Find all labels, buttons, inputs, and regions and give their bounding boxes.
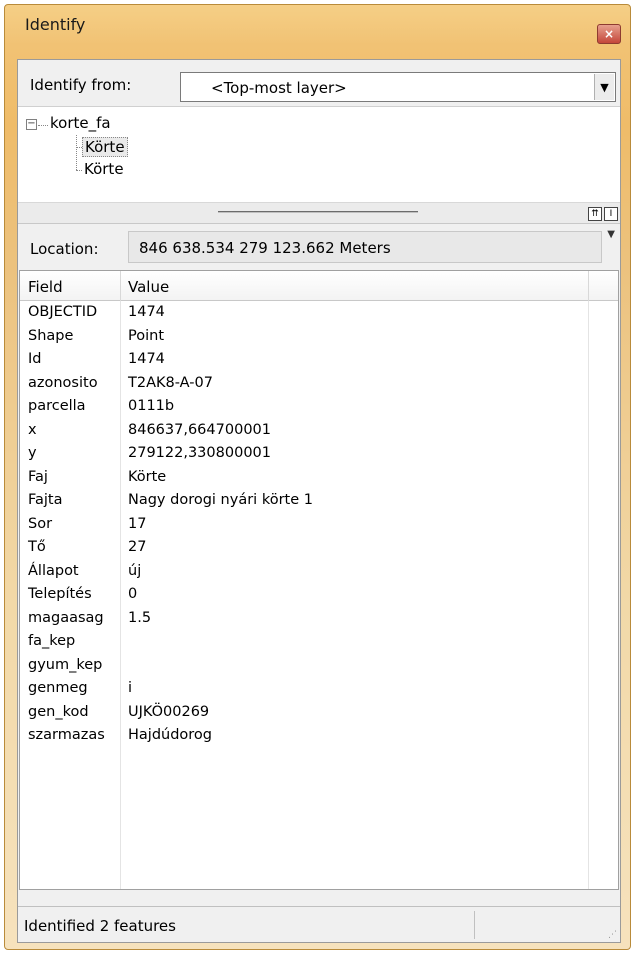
- table-row[interactable]: x 846637,664700001: [20, 419, 618, 443]
- field-value-cell: 1.5: [128, 609, 152, 626]
- table-row[interactable]: genmeg i: [20, 677, 618, 701]
- close-icon: ×: [603, 27, 615, 41]
- identify-from-value: <Top-most layer>: [211, 79, 347, 97]
- field-value-cell: 1474: [128, 304, 165, 320]
- table-row[interactable]: gyum_kep: [20, 654, 618, 678]
- table-row[interactable]: Shape Point: [20, 325, 618, 349]
- location-value: 846 638.534 279 123.662 Meters: [128, 231, 602, 263]
- pin-icon[interactable]: ▼: [607, 229, 615, 240]
- table-row[interactable]: OBJECTID 1474: [20, 301, 618, 325]
- field-value-cell: 27: [128, 539, 147, 555]
- grid-header: Field Value: [20, 271, 618, 301]
- field-name-cell: Id: [28, 351, 42, 367]
- field-name-cell: fa_kep: [28, 633, 76, 649]
- tree-root-layer[interactable]: korte_fa: [50, 114, 111, 132]
- column-header-field[interactable]: Field: [20, 271, 71, 301]
- resize-grip-icon[interactable]: ⋰: [608, 931, 617, 940]
- collapse-toggle-icon[interactable]: −: [26, 119, 37, 130]
- table-row[interactable]: fa_kep: [20, 630, 618, 654]
- field-name-cell: gen_kod: [28, 703, 89, 720]
- table-row[interactable]: parcella 0111b: [20, 395, 618, 419]
- field-value-cell: T2AK8-A-07: [128, 374, 213, 391]
- table-row[interactable]: Sor 17: [20, 513, 618, 537]
- layout-toggle-icon[interactable]: I: [604, 207, 618, 221]
- field-name-cell: magaasag: [28, 609, 104, 626]
- table-row[interactable]: szarmazas Hajdúdorog: [20, 724, 618, 748]
- field-value-cell: Point: [128, 327, 165, 344]
- field-value-cell: 846637,664700001: [128, 421, 271, 438]
- table-row[interactable]: Fajta Nagy dorogi nyári körte 1: [20, 489, 618, 513]
- field-value-cell: 1474: [128, 351, 165, 367]
- field-value-cell: Nagy dorogi nyári körte 1: [128, 492, 313, 508]
- field-name-cell: azonosito: [28, 374, 98, 391]
- close-button[interactable]: ×: [597, 24, 621, 44]
- identify-panel: Identify from: <Top-most layer> ▼ − kort…: [17, 59, 621, 943]
- identify-from-label: Identify from:: [30, 76, 132, 94]
- column-header-value[interactable]: Value: [120, 271, 177, 301]
- field-name-cell: genmeg: [28, 680, 88, 696]
- location-row: Location: 846 638.534 279 123.662 Meters…: [18, 226, 620, 266]
- dropdown-arrow-icon[interactable]: ▼: [594, 74, 614, 100]
- field-name-cell: Sor: [28, 515, 53, 532]
- field-value-cell: 17: [128, 515, 147, 532]
- window-title: Identify: [25, 15, 86, 34]
- tree-connector: [76, 135, 77, 170]
- field-value-cell: új: [128, 562, 142, 579]
- tree-feature-item[interactable]: Körte: [82, 137, 128, 157]
- field-name-cell: y: [28, 445, 37, 461]
- field-value-cell: 0111b: [128, 398, 175, 414]
- status-divider: [474, 911, 475, 939]
- table-row[interactable]: Tő 27: [20, 536, 618, 560]
- identify-window: Identify × Identify from: <Top-most laye…: [4, 4, 631, 950]
- identify-from-dropdown[interactable]: <Top-most layer> ▼: [180, 72, 616, 102]
- features-tree: − korte_fa Körte Körte: [18, 106, 620, 202]
- pane-splitter[interactable]: ⇈ I: [18, 202, 620, 224]
- table-row[interactable]: Állapot új: [20, 560, 618, 584]
- table-row[interactable]: Faj Körte: [20, 466, 618, 490]
- table-row[interactable]: y 279122,330800001: [20, 442, 618, 466]
- status-text: Identified 2 features: [24, 917, 176, 935]
- field-name-cell: x: [28, 421, 37, 438]
- location-label: Location:: [30, 240, 99, 258]
- grid-body: OBJECTID 1474 Shape Point Id 1474 azonosito T2A…: [20, 301, 618, 748]
- table-row[interactable]: azonosito T2AK8-A-07: [20, 372, 618, 396]
- field-name-cell: Telepítés: [28, 586, 92, 602]
- field-value-cell: 0: [128, 586, 138, 602]
- tree-connector: [38, 125, 48, 126]
- field-name-cell: gyum_kep: [28, 656, 103, 673]
- field-name-cell: Tő: [28, 539, 46, 555]
- field-value-cell: 279122,330800001: [128, 445, 271, 461]
- identify-from-row: Identify from: <Top-most layer> ▼: [18, 60, 620, 106]
- table-row[interactable]: magaasag 1.5: [20, 607, 618, 631]
- field-name-cell: Fajta: [28, 492, 63, 508]
- field-name-cell: OBJECTID: [28, 304, 98, 320]
- status-bar: Identified 2 features ⋰: [18, 906, 620, 942]
- field-name-cell: szarmazas: [28, 727, 105, 743]
- attributes-grid: Field Value OBJECTID 1474 Shape Point Id 1474…: [19, 270, 619, 890]
- splitter-grip: [218, 211, 418, 213]
- table-row[interactable]: Id 1474: [20, 348, 618, 372]
- expand-up-icon[interactable]: ⇈: [588, 207, 602, 221]
- field-name-cell: Faj: [28, 468, 48, 485]
- field-value-cell: i: [128, 680, 133, 696]
- field-name-cell: parcella: [28, 398, 86, 414]
- table-row[interactable]: gen_kod UJKÖ00269: [20, 701, 618, 725]
- field-name-cell: Shape: [28, 327, 74, 344]
- tree-feature-item[interactable]: Körte: [82, 160, 126, 178]
- table-row[interactable]: Telepítés 0: [20, 583, 618, 607]
- field-value-cell: Körte: [128, 468, 167, 485]
- field-name-cell: Állapot: [28, 562, 79, 579]
- column-divider[interactable]: [588, 271, 589, 301]
- title-bar[interactable]: Identify ×: [5, 5, 630, 44]
- field-value-cell: UJKÖ00269: [128, 703, 210, 720]
- field-value-cell: Hajdúdorog: [128, 727, 213, 743]
